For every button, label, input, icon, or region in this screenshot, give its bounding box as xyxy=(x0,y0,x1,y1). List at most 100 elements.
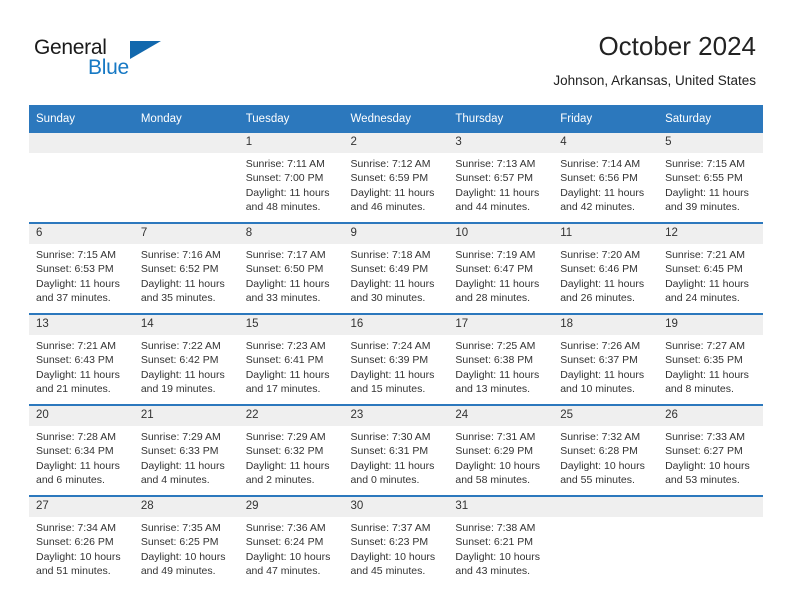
calendar-day-cell[interactable]: 19 Sunrise: 7:27 AM Sunset: 6:35 PM Dayligh… xyxy=(658,314,763,406)
day-detail-line: Sunset: 6:27 PM xyxy=(665,445,743,458)
day-details: Sunrise: 7:22 AM Sunset: 6:42 PM Daylight:… xyxy=(134,335,239,397)
day-detail-line: Daylight: 11 hours xyxy=(245,368,330,381)
day-cell-content: 4 Sunrise: 7:14 AM Sunset: 6:56 PM Daylight… xyxy=(553,133,659,222)
day-cell-content xyxy=(553,497,659,586)
calendar-day-cell[interactable]: 28 Sunrise: 7:35 AM Sunset: 6:25 PM Dayligh… xyxy=(133,496,239,586)
calendar-day-cell[interactable]: 8 Sunrise: 7:17 AM Sunset: 6:50 PM Daylight… xyxy=(238,223,344,315)
day-number: 26 xyxy=(658,406,763,426)
day-details: Sunrise: 7:24 AM Sunset: 6:39 PM Daylight:… xyxy=(344,335,449,397)
calendar-day-cell[interactable]: 22 Sunrise: 7:29 AM Sunset: 6:32 PM Dayligh… xyxy=(238,405,344,497)
day-detail-line: and 42 minutes. xyxy=(560,201,635,214)
calendar-day-cell[interactable]: 2 Sunrise: 7:12 AM Sunset: 6:59 PM Daylight… xyxy=(343,133,449,224)
day-number: 18 xyxy=(553,315,659,335)
day-detail-line: and 51 minutes. xyxy=(36,565,111,578)
calendar-day-cell[interactable]: 15 Sunrise: 7:23 AM Sunset: 6:41 PM Dayligh… xyxy=(238,314,344,406)
calendar-empty-cell xyxy=(133,133,239,224)
calendar-day-cell[interactable]: 27 Sunrise: 7:34 AM Sunset: 6:26 PM Dayligh… xyxy=(29,496,134,586)
day-detail-line: Sunrise: 7:16 AM xyxy=(140,249,221,261)
day-number: 19 xyxy=(658,315,763,335)
calendar-day-cell[interactable]: 23 Sunrise: 7:30 AM Sunset: 6:31 PM Dayligh… xyxy=(343,405,449,497)
day-detail-line: and 55 minutes. xyxy=(560,474,635,487)
day-detail-line: Sunset: 6:21 PM xyxy=(455,536,534,549)
calendar-day-cell[interactable]: 29 Sunrise: 7:36 AM Sunset: 6:24 PM Dayligh… xyxy=(238,496,344,586)
day-cell-content: 2 Sunrise: 7:12 AM Sunset: 6:59 PM Daylight… xyxy=(343,133,449,222)
page-header: General Blue October 2024 Johnson, Arkan… xyxy=(0,0,792,104)
day-detail-line: and 53 minutes. xyxy=(665,474,740,487)
calendar-day-cell[interactable]: 10 Sunrise: 7:19 AM Sunset: 6:47 PM Dayligh… xyxy=(448,223,554,315)
day-detail-line: Sunset: 6:46 PM xyxy=(560,263,638,276)
day-number: 22 xyxy=(238,406,344,426)
day-detail-line: Daylight: 10 hours xyxy=(245,550,331,563)
day-detail-line: Sunrise: 7:13 AM xyxy=(455,158,536,170)
calendar-day-cell[interactable]: 5 Sunrise: 7:15 AM Sunset: 6:55 PM Daylight… xyxy=(658,133,763,224)
day-number: 2 xyxy=(343,133,449,153)
day-number: 16 xyxy=(343,315,449,335)
day-details: Sunrise: 7:29 AM Sunset: 6:33 PM Daylight:… xyxy=(134,426,239,488)
calendar-day-cell[interactable]: 30 Sunrise: 7:37 AM Sunset: 6:23 PM Dayligh… xyxy=(343,496,449,586)
weekday-header-monday: Monday xyxy=(133,105,239,133)
calendar-week-row: 6 Sunrise: 7:15 AM Sunset: 6:53 PM Daylight… xyxy=(29,223,763,315)
day-details: Sunrise: 7:16 AM Sunset: 6:52 PM Daylight:… xyxy=(134,244,239,306)
day-details xyxy=(553,517,658,521)
day-detail-line: Sunset: 6:34 PM xyxy=(36,445,114,458)
calendar-day-cell[interactable]: 18 Sunrise: 7:26 AM Sunset: 6:37 PM Dayligh… xyxy=(553,314,659,406)
general-blue-logo[interactable]: General Blue xyxy=(34,36,214,88)
day-detail-line: Daylight: 11 hours xyxy=(455,277,540,290)
calendar-day-cell[interactable]: 21 Sunrise: 7:29 AM Sunset: 6:33 PM Dayligh… xyxy=(133,405,239,497)
calendar-day-cell[interactable]: 17 Sunrise: 7:25 AM Sunset: 6:38 PM Dayligh… xyxy=(448,314,554,406)
day-detail-line: Sunset: 6:26 PM xyxy=(36,536,114,549)
calendar-day-cell[interactable]: 11 Sunrise: 7:20 AM Sunset: 6:46 PM Dayligh… xyxy=(553,223,659,315)
day-detail-line: Daylight: 10 hours xyxy=(560,459,645,472)
calendar-day-cell[interactable]: 24 Sunrise: 7:31 AM Sunset: 6:29 PM Dayligh… xyxy=(448,405,554,497)
weekday-header-row: Sunday Monday Tuesday Wednesday Thursday… xyxy=(29,105,763,133)
day-details: Sunrise: 7:27 AM Sunset: 6:35 PM Daylight:… xyxy=(658,335,763,397)
calendar-day-cell[interactable]: 26 Sunrise: 7:33 AM Sunset: 6:27 PM Dayligh… xyxy=(658,405,763,497)
day-cell-content: 18 Sunrise: 7:26 AM Sunset: 6:37 PM Dayligh… xyxy=(553,315,659,404)
day-detail-line: Sunset: 6:49 PM xyxy=(350,263,429,276)
day-detail-line: Daylight: 10 hours xyxy=(36,550,121,563)
calendar-day-cell[interactable]: 4 Sunrise: 7:14 AM Sunset: 6:56 PM Daylight… xyxy=(553,133,659,224)
day-details: Sunrise: 7:14 AM Sunset: 6:56 PM Daylight:… xyxy=(553,153,658,215)
calendar-day-cell[interactable]: 20 Sunrise: 7:28 AM Sunset: 6:34 PM Dayligh… xyxy=(29,405,134,497)
day-cell-content: 12 Sunrise: 7:21 AM Sunset: 6:45 PM Dayligh… xyxy=(658,224,763,313)
day-detail-line: Daylight: 11 hours xyxy=(245,186,330,199)
day-detail-line: Daylight: 11 hours xyxy=(245,277,330,290)
day-detail-line: Daylight: 11 hours xyxy=(140,459,225,472)
day-number: 15 xyxy=(238,315,344,335)
day-number: 5 xyxy=(658,133,763,153)
day-details: Sunrise: 7:25 AM Sunset: 6:38 PM Daylight:… xyxy=(448,335,553,397)
day-details: Sunrise: 7:15 AM Sunset: 6:55 PM Daylight:… xyxy=(658,153,763,215)
day-detail-line: Sunrise: 7:27 AM xyxy=(665,340,746,352)
calendar-day-cell[interactable]: 6 Sunrise: 7:15 AM Sunset: 6:53 PM Daylight… xyxy=(29,223,134,315)
calendar-day-cell[interactable]: 14 Sunrise: 7:22 AM Sunset: 6:42 PM Dayligh… xyxy=(133,314,239,406)
calendar-day-cell[interactable]: 16 Sunrise: 7:24 AM Sunset: 6:39 PM Dayligh… xyxy=(343,314,449,406)
day-cell-content xyxy=(29,133,134,222)
day-detail-line: Sunrise: 7:33 AM xyxy=(665,431,746,443)
calendar-day-cell[interactable]: 9 Sunrise: 7:18 AM Sunset: 6:49 PM Daylight… xyxy=(343,223,449,315)
day-detail-line: Daylight: 11 hours xyxy=(560,277,645,290)
day-number: 1 xyxy=(238,133,344,153)
logo-text-blue: Blue xyxy=(88,56,129,79)
day-number: 24 xyxy=(448,406,554,426)
day-number: 9 xyxy=(343,224,449,244)
day-number: 3 xyxy=(448,133,554,153)
calendar-day-cell[interactable]: 12 Sunrise: 7:21 AM Sunset: 6:45 PM Dayligh… xyxy=(658,223,763,315)
day-detail-line: Daylight: 11 hours xyxy=(140,368,225,381)
day-detail-line: and 24 minutes. xyxy=(665,292,740,305)
calendar-day-cell[interactable]: 3 Sunrise: 7:13 AM Sunset: 6:57 PM Daylight… xyxy=(448,133,554,224)
day-details: Sunrise: 7:31 AM Sunset: 6:29 PM Daylight:… xyxy=(448,426,553,488)
day-details: Sunrise: 7:15 AM Sunset: 6:53 PM Daylight:… xyxy=(29,244,134,306)
day-number: 12 xyxy=(658,224,763,244)
day-detail-line: Sunrise: 7:35 AM xyxy=(140,522,221,534)
day-cell-content: 9 Sunrise: 7:18 AM Sunset: 6:49 PM Daylight… xyxy=(343,224,449,313)
day-detail-line: Sunrise: 7:38 AM xyxy=(455,522,536,534)
day-details: Sunrise: 7:28 AM Sunset: 6:34 PM Daylight:… xyxy=(29,426,134,488)
calendar-day-cell[interactable]: 25 Sunrise: 7:32 AM Sunset: 6:28 PM Dayligh… xyxy=(553,405,659,497)
calendar-day-cell[interactable]: 31 Sunrise: 7:38 AM Sunset: 6:21 PM Dayligh… xyxy=(448,496,554,586)
calendar-day-cell[interactable]: 1 Sunrise: 7:11 AM Sunset: 7:00 PM Daylight… xyxy=(238,133,344,224)
day-number: 6 xyxy=(29,224,134,244)
day-detail-line: Daylight: 10 hours xyxy=(140,550,226,563)
calendar-day-cell[interactable]: 7 Sunrise: 7:16 AM Sunset: 6:52 PM Daylight… xyxy=(133,223,239,315)
calendar-day-cell[interactable]: 13 Sunrise: 7:21 AM Sunset: 6:43 PM Dayligh… xyxy=(29,314,134,406)
day-details: Sunrise: 7:21 AM Sunset: 6:45 PM Daylight:… xyxy=(658,244,763,306)
